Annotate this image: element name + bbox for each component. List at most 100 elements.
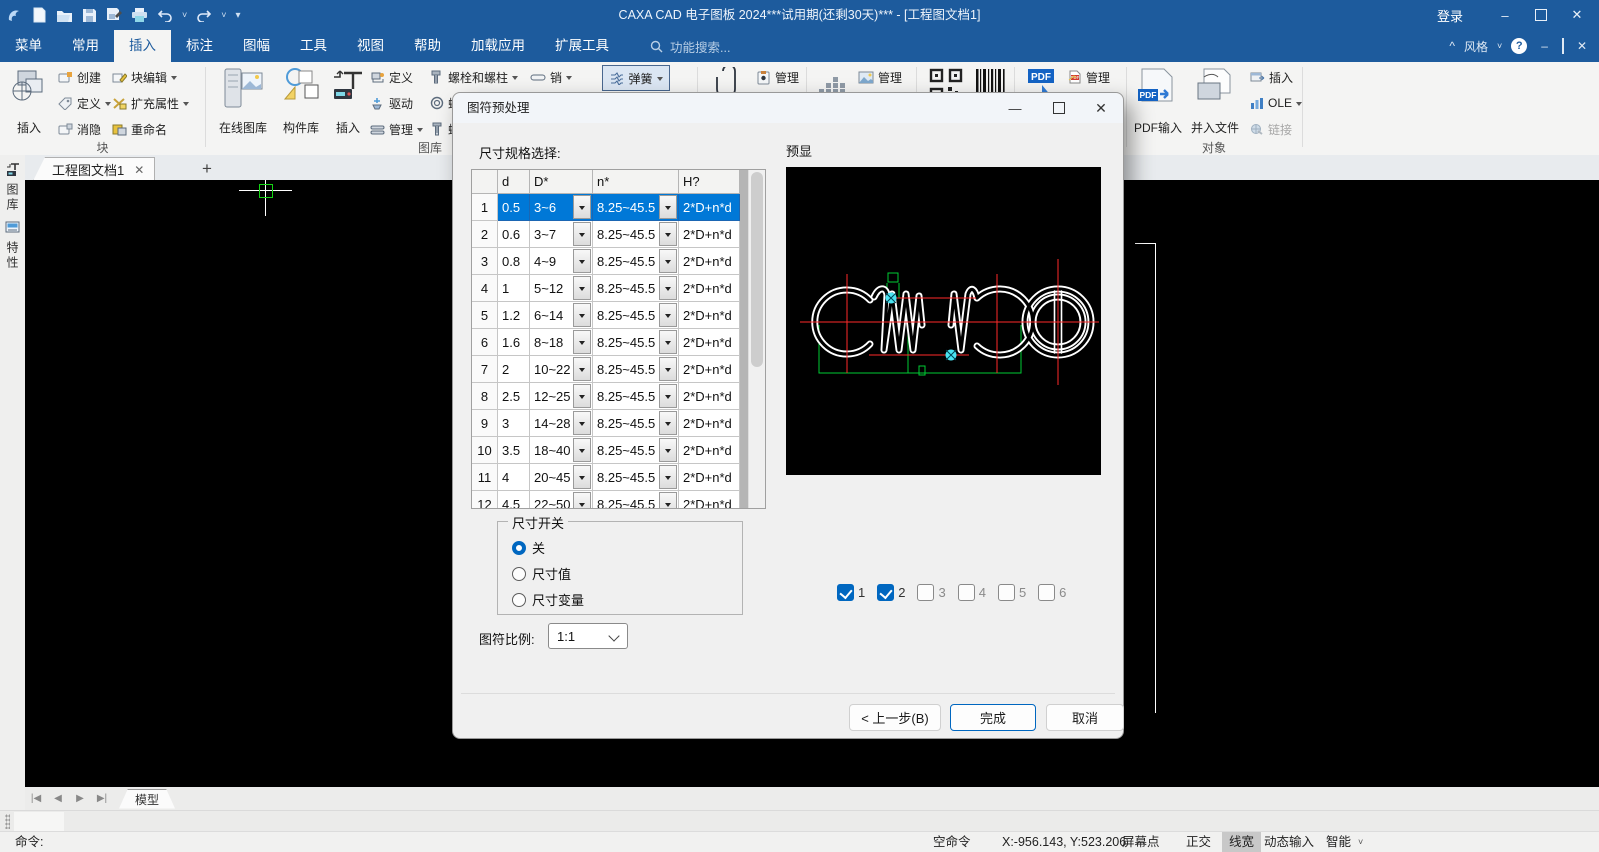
tab-menu[interactable]: 菜单 xyxy=(0,30,57,62)
command-prompt[interactable]: 命令: xyxy=(15,832,43,852)
radio-off[interactable]: 关 xyxy=(512,538,545,557)
dialog-title-bar[interactable]: 图符预处理 — ✕ xyxy=(453,93,1123,123)
dropdown-arrow[interactable] xyxy=(659,330,677,354)
first-sheet-icon[interactable]: |◀ xyxy=(25,793,47,804)
back-button[interactable]: < 上一步(B) xyxy=(849,704,941,731)
dropdown-arrow[interactable] xyxy=(659,492,677,508)
dynamic-input-toggle[interactable]: 动态输入 xyxy=(1264,832,1314,852)
minimize-button[interactable]: – xyxy=(1489,0,1521,30)
link-button[interactable]: 链接 xyxy=(1250,118,1292,140)
ole-button[interactable]: OLE xyxy=(1250,92,1303,114)
print-icon[interactable] xyxy=(131,7,148,23)
dropdown-arrow[interactable] xyxy=(573,330,591,354)
tab-insert[interactable]: 插入 xyxy=(114,30,171,62)
variant-checkbox-2[interactable]: 2 xyxy=(877,584,905,601)
sidebar-tab-properties[interactable]: 特性 xyxy=(0,213,25,271)
dropdown-arrow[interactable] xyxy=(573,249,591,273)
dropdown-arrow[interactable] xyxy=(659,411,677,435)
ribbon-collapse-icon[interactable]: ^ xyxy=(1449,39,1455,53)
dropdown-arrow[interactable] xyxy=(573,492,591,508)
close-button[interactable]: ✕ xyxy=(1561,0,1593,30)
dropdown-arrow[interactable] xyxy=(659,195,677,219)
smart-snap-dropdown[interactable]: 智能 xyxy=(1326,832,1351,852)
scrollbar-thumb[interactable] xyxy=(750,172,763,367)
dialog-close-button[interactable]: ✕ xyxy=(1081,93,1121,123)
radio-icon[interactable] xyxy=(512,592,526,607)
variant-checkbox-4[interactable]: 4 xyxy=(957,584,986,601)
finish-button[interactable]: 完成 xyxy=(950,704,1036,731)
block-insert-button[interactable]: 插入 xyxy=(6,65,52,136)
block-rename-button[interactable]: 重命名 xyxy=(112,118,167,140)
table-row-partial[interactable]: 12 4.5 22~50 8.25~45.5 2*D+n*d xyxy=(472,491,740,508)
tab-load-app[interactable]: 加载应用 xyxy=(456,30,540,62)
smart-snap-caret-icon[interactable]: ˅ xyxy=(1358,832,1363,852)
next-sheet-icon[interactable]: ▶ xyxy=(69,793,91,804)
qat-customize-icon[interactable]: ▾ xyxy=(236,10,241,21)
open-file-icon[interactable] xyxy=(56,8,73,23)
dropdown-arrow[interactable] xyxy=(659,276,677,300)
doc-restore-icon[interactable] xyxy=(1561,38,1564,54)
tab-help[interactable]: 帮助 xyxy=(399,30,456,62)
library-insert-button[interactable]: 插入 xyxy=(328,65,368,136)
model-tab[interactable]: 模型 xyxy=(119,789,175,809)
table-row[interactable]: 1 0.5 3~6 8.25~45.5 2*D+n*d xyxy=(472,194,740,221)
save-as-icon[interactable] xyxy=(106,7,122,23)
dropdown-arrow[interactable] xyxy=(659,222,677,246)
save-icon[interactable] xyxy=(82,8,97,23)
variant-checkbox-3[interactable]: 3 xyxy=(917,584,946,601)
object-insert-button[interactable]: 插入 xyxy=(1250,66,1293,88)
radio-dim-value[interactable]: 尺寸值 xyxy=(512,564,571,583)
table-row[interactable]: 5 1.2 6~14 8.25~45.5 2*D+n*d xyxy=(472,302,740,329)
dropdown-arrow[interactable] xyxy=(659,357,677,381)
radio-dim-variable[interactable]: 尺寸变量 xyxy=(512,590,584,609)
radio-icon[interactable] xyxy=(512,566,526,581)
table-row[interactable]: 6 1.6 8~18 8.25~45.5 2*D+n*d xyxy=(472,329,740,356)
command-history-strip[interactable] xyxy=(0,810,1599,832)
merge-file-button[interactable]: 并入文件 xyxy=(1188,65,1242,136)
redo-dropdown-icon[interactable]: ˅ xyxy=(221,10,226,20)
redo-icon[interactable] xyxy=(196,8,212,22)
clipboard-manage-button[interactable]: 管理 xyxy=(756,66,799,88)
dropdown-arrow[interactable] xyxy=(573,411,591,435)
block-define-button[interactable]: 定义 xyxy=(58,92,112,114)
login-button[interactable]: 登录 xyxy=(1437,6,1463,25)
dropdown-arrow[interactable] xyxy=(573,465,591,489)
doc-minimize-icon[interactable]: – xyxy=(1536,39,1553,53)
table-scrollbar[interactable] xyxy=(747,170,765,508)
drag-handle[interactable] xyxy=(5,814,10,829)
table-row[interactable]: 2 0.6 3~7 8.25~45.5 2*D+n*d xyxy=(472,221,740,248)
style-dropdown-icon[interactable]: ˅ xyxy=(1497,41,1502,51)
spring-button[interactable]: 弹簧 xyxy=(602,65,670,91)
tab-close-icon[interactable]: ✕ xyxy=(134,163,144,177)
bolt-stud-button[interactable]: 螺栓和螺柱 xyxy=(430,66,519,88)
block-extattr-button[interactable]: 扩充属性 xyxy=(112,92,190,114)
checkbox-icon[interactable] xyxy=(997,584,1015,601)
dialog-maximize-button[interactable] xyxy=(1039,93,1079,123)
variant-checkbox-5[interactable]: 5 xyxy=(997,584,1026,601)
style-menu[interactable]: 风格 xyxy=(1464,38,1488,55)
radio-selected-icon[interactable] xyxy=(512,540,526,555)
dropdown-arrow[interactable] xyxy=(573,276,591,300)
line-width-toggle[interactable]: 线宽 xyxy=(1222,832,1262,852)
tab-common[interactable]: 常用 xyxy=(57,30,114,62)
app-logo-icon[interactable] xyxy=(6,7,23,24)
variant-checkbox-1[interactable]: 1 xyxy=(837,584,865,601)
block-hide-button[interactable]: 消隐 xyxy=(58,118,101,140)
library-drive-button[interactable]: 驱动 xyxy=(370,92,413,114)
online-library-button[interactable]: 在线图库 xyxy=(212,65,274,136)
dialog-minimize-button[interactable]: — xyxy=(995,93,1035,123)
tab-tools[interactable]: 工具 xyxy=(285,30,342,62)
function-search[interactable]: 功能搜索... xyxy=(650,37,730,56)
dropdown-arrow[interactable] xyxy=(659,249,677,273)
component-library-button[interactable]: 构件库 xyxy=(277,65,325,136)
last-sheet-icon[interactable]: ▶| xyxy=(91,793,113,804)
dropdown-arrow[interactable] xyxy=(659,303,677,327)
dropdown-arrow[interactable] xyxy=(573,438,591,462)
checkbox-icon[interactable] xyxy=(957,584,975,601)
help-icon[interactable]: ? xyxy=(1511,38,1528,54)
pick-mode[interactable]: 屏幕点 xyxy=(1122,832,1160,852)
table-row[interactable]: 3 0.8 4~9 8.25~45.5 2*D+n*d xyxy=(472,248,740,275)
ortho-toggle[interactable]: 正交 xyxy=(1186,832,1211,852)
undo-dropdown-icon[interactable]: ˅ xyxy=(182,10,187,20)
tab-annotate[interactable]: 标注 xyxy=(171,30,228,62)
